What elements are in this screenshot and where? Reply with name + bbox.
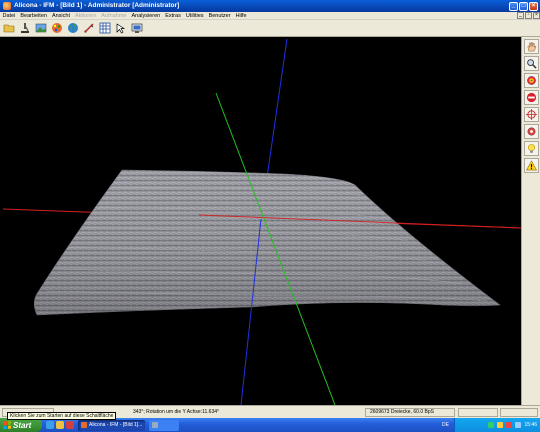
triangle-count-status: 2609673 Dreiecke, 60.0 BpS: [370, 409, 434, 415]
crosshair-icon[interactable]: [524, 107, 539, 122]
settings-icon[interactable]: [524, 124, 539, 139]
arrow-tool-icon[interactable]: [114, 21, 128, 35]
tray-security-icon[interactable]: [497, 422, 504, 428]
status-panel-extra-2: [500, 408, 538, 417]
menu-aktionen[interactable]: Aktionen: [73, 12, 99, 20]
quick-launch: [46, 421, 74, 429]
warning-icon[interactable]: [524, 158, 539, 173]
close-button[interactable]: ×: [529, 1, 538, 11]
menu-ansicht[interactable]: Ansicht: [49, 12, 72, 20]
hand-icon[interactable]: [524, 39, 539, 54]
measure-tool-icon[interactable]: [82, 21, 96, 35]
menu-aufnahme[interactable]: Aufnahme: [99, 12, 129, 20]
toolbar: [0, 20, 540, 37]
light-bulb-icon[interactable]: [524, 141, 539, 156]
landscape-image-icon[interactable]: [34, 21, 48, 35]
task-2-icon: [152, 422, 159, 428]
maximize-button[interactable]: □: [519, 1, 528, 11]
mdi-close-button[interactable]: ×: [533, 12, 540, 19]
quick-launch-ie-icon[interactable]: [46, 421, 54, 429]
menu-utilities[interactable]: Utilities: [183, 12, 206, 20]
menu-extras[interactable]: Extras: [163, 12, 184, 20]
rotate-icon[interactable]: [524, 73, 539, 88]
color-palette-icon[interactable]: [50, 21, 64, 35]
grid-icon[interactable]: [98, 21, 112, 35]
3d-viewport[interactable]: [3, 37, 521, 405]
window-controls: _ □ ×: [509, 1, 538, 11]
title-bar: Alicona - IFM - [Bild 1] - Administrator…: [0, 0, 540, 12]
window-title: Alicona - IFM - [Bild 1] - Administrator…: [14, 2, 180, 9]
tray-volume-icon[interactable]: [515, 422, 522, 428]
menu-bar: Datei Bearbeiten Ansicht Aktionen Aufnah…: [0, 12, 540, 20]
menu-benutzer[interactable]: Benutzer: [206, 12, 233, 20]
taskbar-item-label: Alicona - IFM - [Bild 1]...: [89, 421, 143, 428]
app-icon: [3, 2, 11, 10]
start-label: Start: [13, 420, 32, 430]
taskbar-item-2[interactable]: [149, 419, 180, 431]
quick-launch-folder-icon[interactable]: [56, 421, 64, 429]
mdi-minimize-button[interactable]: _: [517, 12, 524, 19]
microscope-icon[interactable]: [18, 21, 32, 35]
taskbar-item-alicona[interactable]: Alicona - IFM - [Bild 1]...: [78, 419, 146, 431]
language-indicator[interactable]: DE: [442, 422, 449, 428]
menu-hilfe[interactable]: Hilfe: [233, 12, 249, 20]
menu-analysieren[interactable]: Analysieren: [129, 12, 163, 20]
start-button[interactable]: Start: [0, 418, 42, 432]
quick-launch-app-icon[interactable]: [66, 421, 74, 429]
start-tooltip: Klicken Sie zum Starten auf diese Schalt…: [7, 412, 117, 420]
system-tray: 15:46: [454, 418, 540, 432]
3d-surface-render[interactable]: [3, 37, 521, 405]
tray-network-icon[interactable]: [488, 422, 495, 428]
tool-palette: [521, 37, 540, 405]
mdi-restore-button[interactable]: ▫: [525, 12, 532, 19]
minimize-button[interactable]: _: [509, 1, 518, 11]
menu-datei[interactable]: Datei: [0, 12, 18, 20]
taskbar: Start Alicona - IFM - [Bild 1]... DE 15:…: [0, 418, 540, 432]
tray-alert-icon[interactable]: [506, 422, 513, 428]
zoom-icon[interactable]: [524, 56, 539, 71]
globe-icon[interactable]: [66, 21, 80, 35]
menu-bearbeiten[interactable]: Bearbeiten: [18, 12, 50, 20]
folder-icon[interactable]: [2, 21, 16, 35]
rotation-status: 343°; Rotation um die Y Achse:11.634°: [133, 409, 220, 415]
alicona-task-icon: [81, 422, 87, 428]
windows-flag-icon: [3, 420, 11, 430]
screenshot-icon[interactable]: [130, 21, 144, 35]
status-panel-extra-1: [458, 408, 498, 417]
clock[interactable]: 15:46: [524, 422, 537, 428]
stop-icon[interactable]: [524, 90, 539, 105]
